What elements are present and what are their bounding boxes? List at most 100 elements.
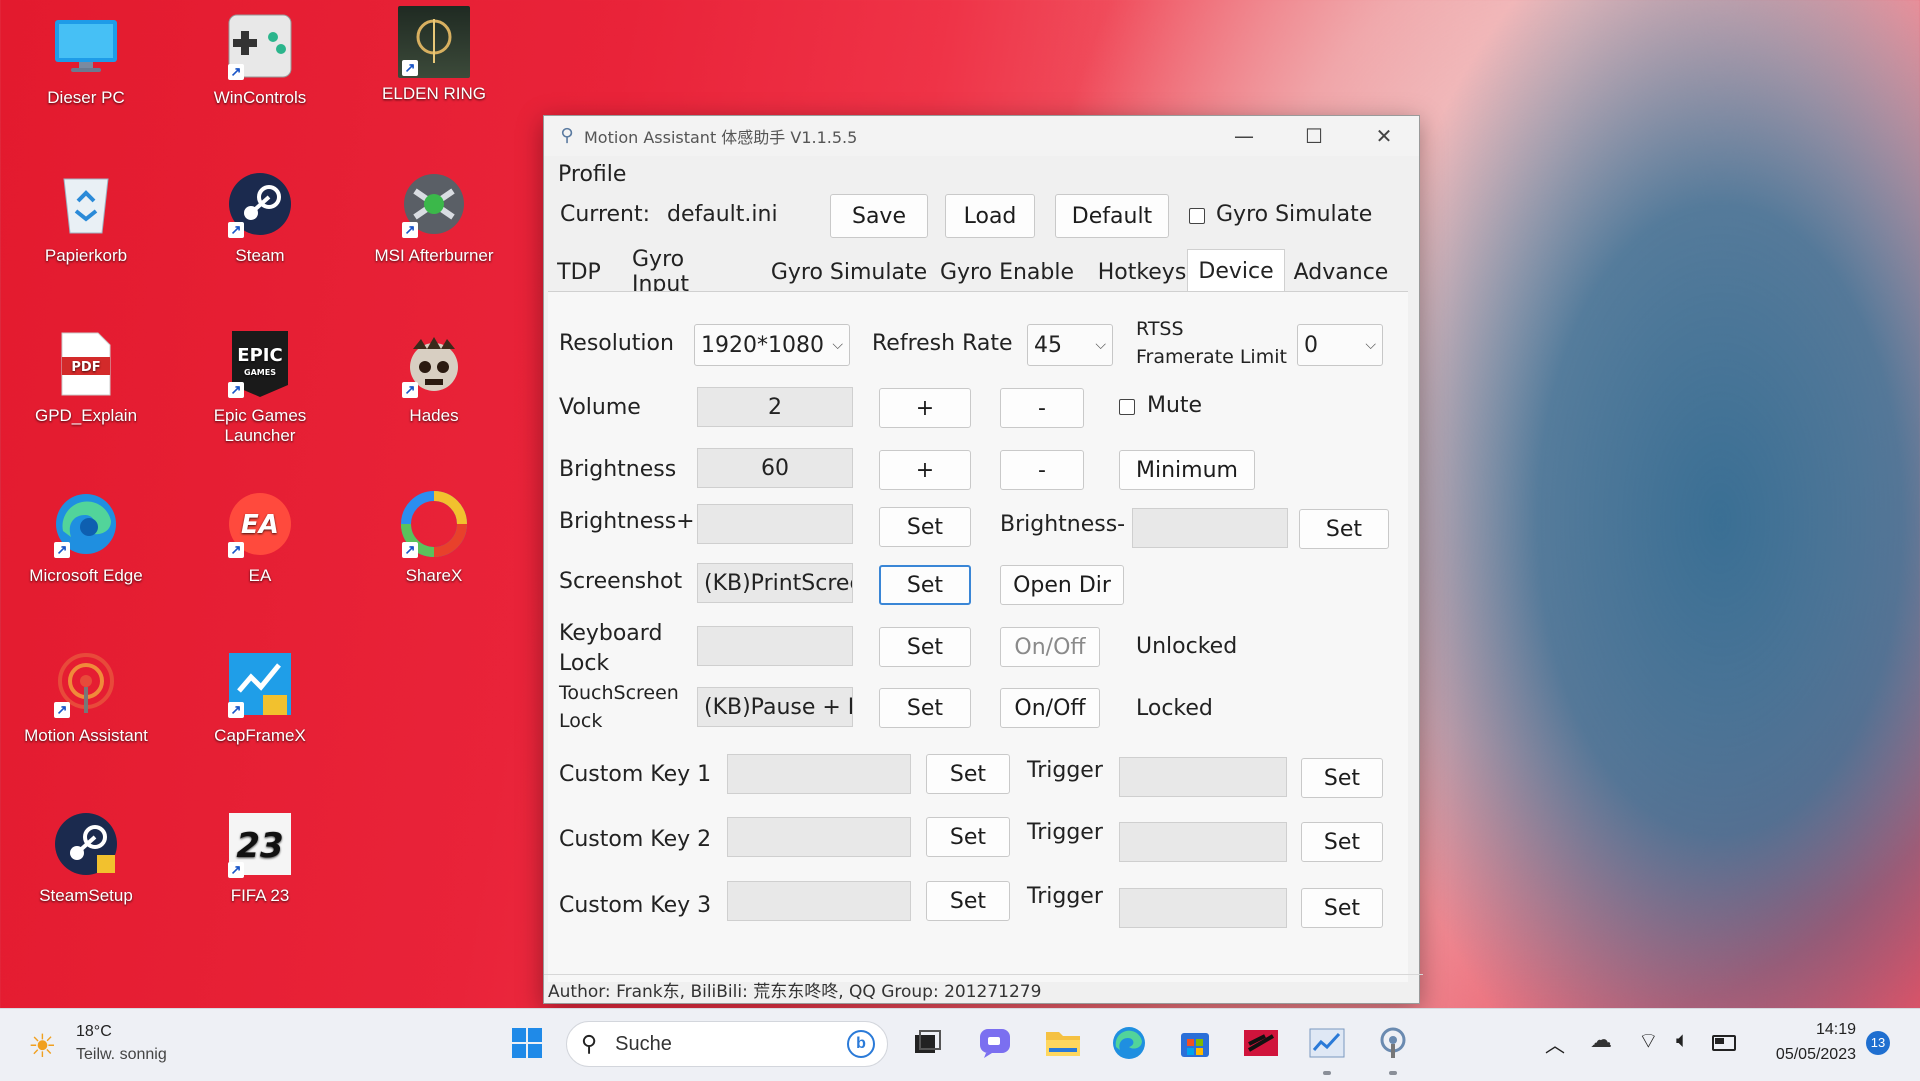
gyro-simulate-checkbox-label: Gyro Simulate (1216, 202, 1373, 227)
brightness-minus-hotkey-field[interactable] (1132, 508, 1288, 548)
custom-key-3-trigger-field[interactable] (1119, 888, 1287, 928)
weather-widget[interactable]: ☀ 18°C Teilw. sonnig (24, 1021, 194, 1069)
save-button[interactable]: Save (830, 194, 928, 238)
touchscreen-lock-set-button[interactable]: Set (879, 688, 971, 728)
app-icon: ⚲ (560, 125, 574, 146)
default-button[interactable]: Default (1055, 194, 1169, 238)
screenshot-set-button[interactable]: Set (879, 565, 971, 605)
clock-date[interactable]: 05/05/2023 (1756, 1046, 1856, 1064)
weather-icon: ☀ (28, 1028, 57, 1064)
onedrive-icon[interactable]: ☁ (1590, 1027, 1612, 1053)
desktop-icon-label: ELDEN RING (382, 84, 486, 103)
gyro-simulate-checkbox[interactable] (1189, 208, 1205, 224)
custom-key-3-trigger-set-button[interactable]: Set (1301, 888, 1383, 928)
tab-tdp[interactable]: TDP (548, 253, 610, 291)
clock-time[interactable]: 14:19 (1776, 1021, 1856, 1039)
battery-icon[interactable] (1712, 1035, 1736, 1051)
desktop-icon-fifa-23[interactable]: 23 ↗ FIFA 23 (185, 808, 335, 906)
capframex-taskbar-icon[interactable] (1307, 1023, 1347, 1063)
desktop-icon-steam[interactable]: ↗ Steam (185, 168, 335, 266)
desktop-icon-steamsetup[interactable]: SteamSetup (11, 808, 161, 906)
volume-plus-button[interactable]: + (879, 388, 971, 428)
taskbar-search[interactable]: ⚲ Suche b (566, 1021, 888, 1067)
maximize-icon[interactable]: ☐ (1279, 116, 1349, 156)
keyboard-lock-onoff-button[interactable]: On/Off (1000, 627, 1100, 667)
chevron-up-icon[interactable]: ︿ (1545, 1029, 1565, 1058)
desktop-icon-papierkorb[interactable]: Papierkorb (11, 168, 161, 266)
desktop-icon-ea[interactable]: EA ↗ EA (185, 488, 335, 586)
brightness-value: 60 (697, 448, 853, 488)
volume-minus-button[interactable]: - (1000, 388, 1084, 428)
screenshot-hotkey-field[interactable]: (KB)PrintScree (697, 563, 853, 603)
desktop-icon-label: EA (248, 566, 272, 585)
volume-icon[interactable]: 🔈︎ (1676, 1027, 1689, 1053)
task-view-icon[interactable] (907, 1023, 947, 1063)
screenshot-open-dir-button[interactable]: Open Dir (1000, 565, 1124, 605)
custom-key-1-set-button[interactable]: Set (926, 754, 1010, 794)
mute-checkbox[interactable] (1119, 399, 1135, 415)
touchscreen-lock-onoff-button[interactable]: On/Off (1000, 688, 1100, 728)
motion-assistant-taskbar-icon[interactable] (1373, 1023, 1413, 1063)
custom-key-2-set-button[interactable]: Set (926, 817, 1010, 857)
custom-key-3-field[interactable] (727, 881, 911, 921)
desktop-icon-hades[interactable]: ↗ Hades (359, 328, 509, 426)
custom-key-1-trigger-set-button[interactable]: Set (1301, 758, 1383, 798)
touchscreen-lock-hotkey-field[interactable]: (KB)Pause + P (697, 687, 853, 727)
load-button[interactable]: Load (945, 194, 1035, 238)
brightness-minus-set-button[interactable]: Set (1299, 509, 1389, 549)
microsoft-store-icon[interactable] (1175, 1023, 1215, 1063)
desktop-icon-capframex[interactable]: ↗ CapFrameX (185, 648, 335, 746)
title-bar[interactable]: ⚲ Motion Assistant 体感助手 V1.1.5.5 — ☐ ✕ (544, 116, 1419, 156)
desktop-icon-motion-assistant[interactable]: ↗ Motion Assistant (11, 648, 161, 746)
tab-gyro-simulate[interactable]: Gyro Simulate (764, 253, 934, 291)
desktop-icon-sharex[interactable]: ↗ ShareX (359, 488, 509, 586)
current-label: Current: (560, 202, 651, 227)
screenshot-label: Screenshot (559, 569, 683, 594)
brightness-plus-set-button[interactable]: Set (879, 507, 971, 547)
close-icon[interactable]: ✕ (1349, 116, 1419, 156)
custom-key-1-trigger-field[interactable] (1119, 757, 1287, 797)
rtss-framerate-select[interactable]: 0 ⌵ (1297, 324, 1383, 366)
desktop-icon-microsoft-edge[interactable]: ↗ Microsoft Edge (11, 488, 161, 586)
desktop-icon-dieser-pc[interactable]: Dieser PC (11, 10, 161, 108)
custom-key-2-trigger-field[interactable] (1119, 822, 1287, 862)
wifi-icon[interactable]: ⌔ (1638, 1027, 1659, 1055)
keyboard-lock-set-button[interactable]: Set (879, 627, 971, 667)
tab-gyro-enable[interactable]: Gyro Enable (936, 253, 1078, 291)
brightness-minus-button[interactable]: - (1000, 450, 1084, 490)
chevron-down-icon: ⌵ (1095, 337, 1106, 353)
hades-icon: ↗ (398, 328, 470, 400)
desktop-icon-msi-afterburner[interactable]: ↗ MSI Afterburner (359, 168, 509, 266)
brightness-minimum-button[interactable]: Minimum (1119, 450, 1255, 490)
tab-hotkeys[interactable]: Hotkeys (1084, 253, 1200, 291)
file-explorer-icon[interactable] (1043, 1023, 1083, 1063)
refresh-rate-select[interactable]: 45 ⌵ (1027, 324, 1113, 366)
author-footer: Author: Frank东, BiliBili: 荒东东咚咚, QQ Grou… (544, 974, 1423, 1003)
desktop-icon-label: ShareX (405, 566, 463, 585)
edge-taskbar-icon[interactable] (1109, 1023, 1149, 1063)
tab-device[interactable]: Device (1187, 249, 1285, 292)
elden-ring-icon: ↗ (398, 6, 470, 78)
windows-start-icon[interactable] (507, 1023, 547, 1063)
resolution-select[interactable]: 1920*1080 ⌵ (694, 324, 850, 366)
svg-text:GAMES: GAMES (244, 368, 276, 377)
forza-icon[interactable] (1241, 1023, 1281, 1063)
tab-advance[interactable]: Advance (1286, 253, 1396, 291)
chat-icon[interactable] (975, 1023, 1015, 1063)
desktop-icon-epic-games[interactable]: EPIC GAMES ↗ Epic Games Launcher (185, 328, 335, 446)
brightness-plus-button[interactable]: + (879, 450, 971, 490)
desktop-icon-elden-ring[interactable]: ↗ ELDEN RING (359, 6, 509, 104)
keyboard-lock-label: Keyboard (559, 621, 663, 646)
brightness-plus-hotkey-field[interactable] (697, 504, 853, 544)
keyboard-lock-hotkey-field[interactable] (697, 626, 853, 666)
custom-key-3-set-button[interactable]: Set (926, 881, 1010, 921)
custom-key-2-trigger-set-button[interactable]: Set (1301, 822, 1383, 862)
custom-key-1-field[interactable] (727, 754, 911, 794)
custom-key-2-field[interactable] (727, 817, 911, 857)
tab-bar: TDP Gyro Input Gyro Simulate Gyro Enable… (544, 247, 1419, 297)
desktop-icon-wincontrols[interactable]: ↗ WinControls (185, 10, 335, 108)
tab-gyro-input[interactable]: Gyro Input (632, 247, 744, 297)
notification-badge[interactable]: 13 (1866, 1031, 1890, 1055)
desktop-icon-gpd-explain[interactable]: PDF GPD_Explain (11, 328, 161, 426)
minimize-icon[interactable]: — (1209, 116, 1279, 156)
